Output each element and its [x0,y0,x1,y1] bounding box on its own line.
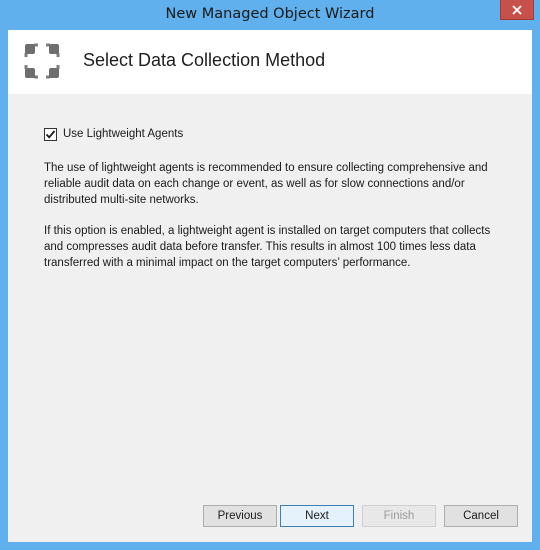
title-bar[interactable]: New Managed Object Wizard [0,0,540,30]
window-title: New Managed Object Wizard [165,6,375,22]
wizard-client-area: Select Data Collection Method Use Lightw… [8,30,532,542]
use-agents-option[interactable]: Use Lightweight Agents [44,126,504,142]
wizard-content: Use Lightweight Agents The use of lightw… [44,126,504,271]
close-button[interactable] [500,0,534,20]
close-icon [512,4,522,15]
wizard-window: New Managed Object Wizard Select Data Co… [0,0,540,550]
finish-button: Finish [362,505,436,527]
wizard-header: Select Data Collection Method [8,30,532,94]
checkmark-icon [45,129,56,139]
description-paragraph-2: If this option is enabled, a lightweight… [44,225,491,269]
cancel-button[interactable]: Cancel [444,505,518,527]
data-collection-icon [24,43,60,79]
next-button[interactable]: Next [280,505,354,527]
page-title: Select Data Collection Method [83,50,326,70]
use-agents-checkbox[interactable] [44,127,57,141]
previous-button[interactable]: Previous [203,505,277,527]
use-agents-label[interactable]: Use Lightweight Agents [63,128,183,140]
description-paragraph-1: The use of lightweight agents is recomme… [44,162,488,206]
